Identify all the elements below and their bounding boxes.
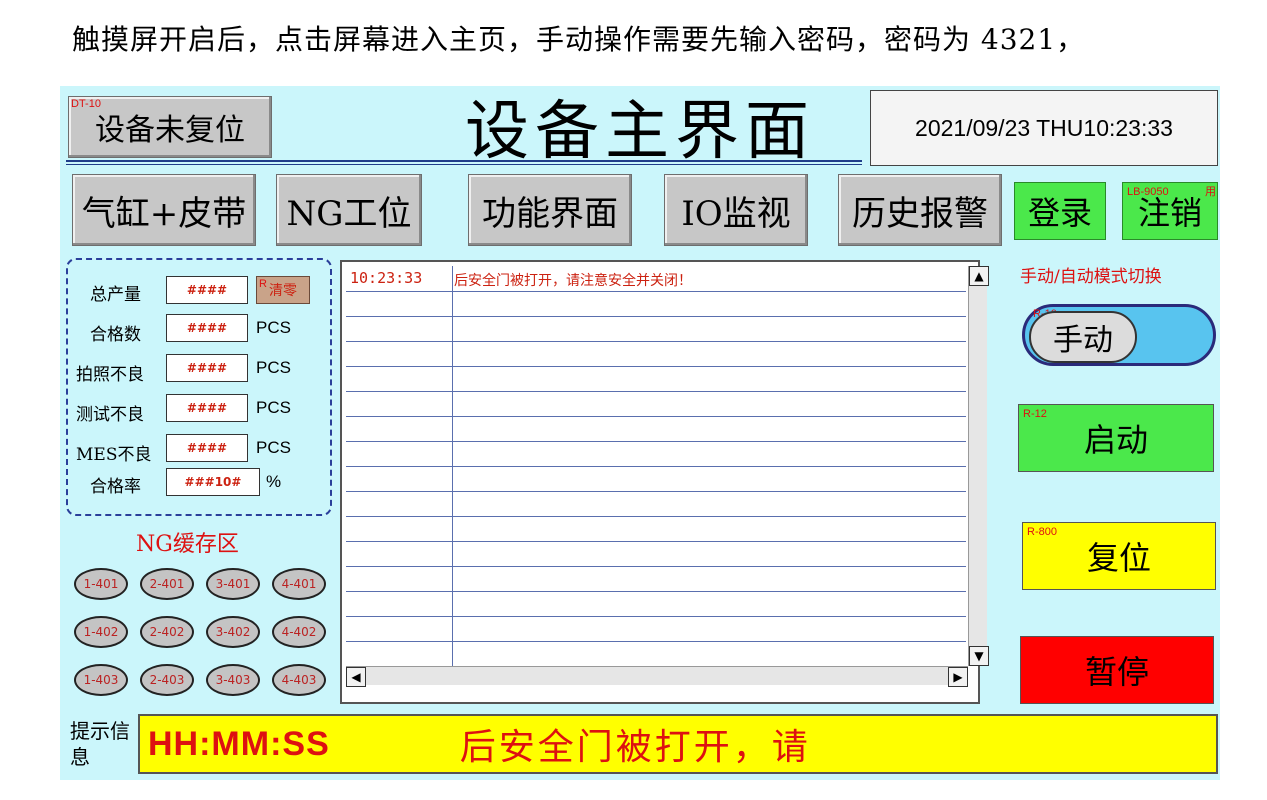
function-page-button[interactable]: 功能界面 — [468, 174, 632, 246]
scroll-down-icon[interactable]: ▼ — [969, 646, 989, 666]
log-row: 10:23:33 后安全门被打开，请注意安全并关闭！ — [346, 266, 966, 292]
machine-status-box: DT-10 设备未复位 — [68, 96, 272, 158]
log-row — [346, 391, 966, 417]
total-output-value: #### — [166, 276, 248, 304]
ng-station-button[interactable]: NG工位 — [276, 174, 422, 246]
log-row — [346, 366, 966, 392]
ng-buffer-cell[interactable]: 1-402 — [74, 616, 128, 648]
reset-label: 复位 — [1086, 539, 1151, 577]
log-row — [346, 291, 966, 317]
ng-buffer-cell[interactable]: 3-402 — [206, 616, 260, 648]
log-row — [346, 341, 966, 367]
login-button[interactable]: 登录 — [1014, 182, 1106, 240]
reset-button[interactable]: R-800 复位 — [1022, 522, 1216, 590]
log-row — [346, 491, 966, 517]
hint-time: HH:MM:SS — [148, 724, 330, 763]
ng-buffer-cell[interactable]: 4-401 — [272, 568, 326, 600]
hint-message-bar: HH:MM:SS 后安全门被打开，请 — [138, 714, 1218, 774]
ng-buffer-cell[interactable]: 3-403 — [206, 664, 260, 696]
pause-button[interactable]: 暂停 — [1020, 636, 1214, 704]
vertical-scrollbar[interactable]: ▲ ▼ — [968, 266, 989, 666]
test-ng-value: #### — [166, 394, 248, 422]
mode-switch-label: 手动/自动模式切换 — [1020, 267, 1162, 287]
logout-tag: LB-9050 — [1127, 186, 1169, 198]
page-title: 设备主界面 — [465, 95, 815, 169]
log-row — [346, 641, 966, 667]
pass-count-unit: PCS — [256, 318, 291, 337]
mode-toggle[interactable]: R-10 手动 — [1022, 304, 1216, 366]
log-row — [346, 516, 966, 542]
alarm-log-rows: 10:23:33 后安全门被打开，请注意安全并关闭！ — [346, 266, 968, 667]
mes-ng-label: MES不良 — [76, 445, 152, 465]
instruction-caption: 触摸屏开启后，点击屏幕进入主页，手动操作需要先输入密码，密码为 4321， — [72, 23, 1086, 56]
log-message: 后安全门被打开，请注意安全并关闭！ — [454, 273, 692, 289]
test-ng-label: 测试不良 — [76, 405, 144, 425]
log-row — [346, 566, 966, 592]
ng-buffer-cell[interactable]: 4-402 — [272, 616, 326, 648]
ng-buffer-cell[interactable]: 1-401 — [74, 568, 128, 600]
alarm-history-button[interactable]: 历史报警 — [838, 174, 1002, 246]
ng-buffer-title: NG缓存区 — [136, 532, 239, 557]
hmi-panel: DT-10 设备未复位 设备主界面 2021/09/23 THU10:23:33… — [60, 86, 1220, 780]
pass-count-label: 合格数 — [90, 325, 141, 345]
log-row — [346, 466, 966, 492]
mode-toggle-knob[interactable]: 手动 — [1029, 311, 1137, 363]
ng-buffer-cell[interactable]: 2-403 — [140, 664, 194, 696]
log-row — [346, 441, 966, 467]
clear-count-button[interactable]: R 清零 — [256, 276, 310, 304]
ng-buffer-cell[interactable]: 4-403 — [272, 664, 326, 696]
hint-message: 后安全门被打开，请 — [459, 727, 811, 768]
log-row — [346, 541, 966, 567]
scroll-up-icon[interactable]: ▲ — [969, 266, 989, 286]
log-row — [346, 591, 966, 617]
start-tag: R-12 — [1023, 408, 1047, 420]
ng-buffer-cell[interactable]: 2-402 — [140, 616, 194, 648]
reset-tag: R-800 — [1027, 526, 1057, 538]
scroll-left-icon[interactable]: ◀ — [346, 667, 366, 687]
log-row — [346, 316, 966, 342]
pass-rate-label: 合格率 — [90, 477, 141, 497]
mes-ng-value: #### — [166, 434, 248, 462]
start-button[interactable]: R-12 启动 — [1018, 404, 1214, 472]
log-time: 10:23:33 — [350, 269, 423, 287]
status-tag: DT-10 — [71, 98, 101, 110]
logout-button[interactable]: LB-9050 用 注销 — [1122, 182, 1218, 240]
log-row — [346, 416, 966, 442]
photo-ng-label: 拍照不良 — [76, 365, 144, 385]
scroll-right-icon[interactable]: ▶ — [948, 667, 968, 687]
title-underline — [66, 160, 862, 165]
photo-ng-value: #### — [166, 354, 248, 382]
datetime-display: 2021/09/23 THU10:23:33 — [870, 90, 1218, 166]
pass-rate-value: ###10# — [166, 468, 260, 496]
mes-ng-unit: PCS — [256, 438, 291, 457]
alarm-log-list[interactable]: 10:23:33 后安全门被打开，请注意安全并关闭！ ▲ ▼ ◀ ▶ — [340, 260, 989, 704]
clear-tag: R — [259, 278, 267, 290]
machine-status-text: 设备未复位 — [95, 113, 245, 148]
test-ng-unit: PCS — [256, 398, 291, 417]
clear-count-label: 清零 — [269, 283, 297, 299]
ng-buffer-cell[interactable]: 1-403 — [74, 664, 128, 696]
cylinder-belt-button[interactable]: 气缸+皮带 — [72, 174, 256, 246]
log-row — [346, 616, 966, 642]
pass-count-value: #### — [166, 314, 248, 342]
horizontal-scrollbar[interactable]: ◀ ▶ — [346, 666, 968, 687]
logout-tag-2: 用 — [1205, 186, 1216, 198]
total-output-label: 总产量 — [90, 285, 141, 305]
io-monitor-button[interactable]: IO监视 — [664, 174, 808, 246]
pass-rate-unit: % — [266, 472, 282, 491]
start-label: 启动 — [1083, 421, 1148, 459]
photo-ng-unit: PCS — [256, 358, 291, 377]
ng-buffer-cell[interactable]: 3-401 — [206, 568, 260, 600]
ng-buffer-cell[interactable]: 2-401 — [140, 568, 194, 600]
hint-label: 提示信息 — [70, 719, 130, 769]
